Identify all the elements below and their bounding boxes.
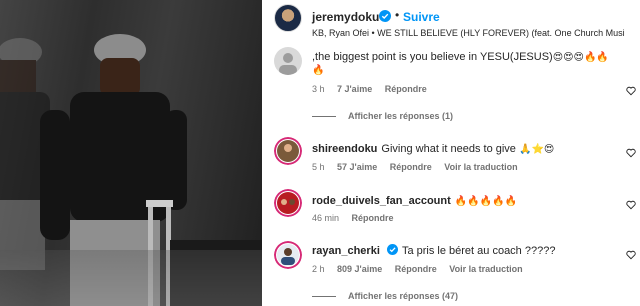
translate-button[interactable]: Voir la traduction [444,162,517,172]
comment-avatar[interactable] [274,47,302,75]
comment-item: rode_duivels_fan_account 🔥🔥🔥🔥🔥 46 min Rép… [262,186,640,232]
comment-avatar[interactable] [274,137,302,165]
fire-emoji: 🔥 [312,65,325,76]
comment-time: 2 h [312,264,325,274]
view-replies-button[interactable]: Afficher les réponses (1) [312,111,453,121]
post-image[interactable] [0,0,262,306]
comment-text: ,the biggest point is you believe in YES… [312,51,609,63]
comment-meta: 5 h 57 J'aime Répondre Voir la traductio… [312,162,528,172]
emoji-group: 🙏⭐😍 [519,144,555,155]
view-replies-button[interactable]: Afficher les réponses (47) [312,291,458,301]
comment-time: 5 h [312,162,325,172]
comment-avatar[interactable] [274,241,302,269]
comment-item: shireendoku Giving what it needs to give … [262,134,640,180]
comment-time: 46 min [312,213,340,223]
replies-divider [312,116,336,118]
likes-count[interactable]: 7 J'aime [337,84,372,94]
verified-badge-icon [386,244,398,255]
follow-button[interactable]: Suivre [403,10,440,24]
reply-button[interactable]: Répondre [395,264,437,274]
comment-text: shireendoku Giving what it needs to give … [312,143,555,155]
post-header: jeremydoku • Suivre KB, Ryan Ofei • WE S… [262,0,640,44]
comment-username[interactable]: rayan_cherki [312,245,380,257]
comment-text: rode_duivels_fan_account 🔥🔥🔥🔥🔥 [312,194,517,209]
emoji-group: 😍😍😍🔥🔥 [552,52,609,63]
reply-button[interactable]: Répondre [352,213,394,223]
comment-meta: 46 min Répondre [312,213,404,223]
heart-icon[interactable] [626,250,636,260]
emoji-group: 🔥🔥🔥🔥🔥 [454,196,518,207]
verified-badge-icon [379,10,391,22]
comment-meta: 2 h 809 J'aime Répondre Voir la traducti… [312,264,533,274]
header-separator: • [395,8,400,22]
heart-icon[interactable] [626,148,636,158]
reply-button[interactable]: Répondre [390,162,432,172]
comment-avatar[interactable] [274,189,302,217]
author-avatar[interactable] [274,4,302,32]
replies-divider [312,296,336,298]
comment-time: 3 h [312,84,325,94]
likes-count[interactable]: 809 J'aime [337,264,382,274]
reply-button[interactable]: Répondre [385,84,427,94]
comment-text-cont: 🔥 [312,63,324,78]
comments-panel: jeremydoku • Suivre KB, Ryan Ofei • WE S… [262,0,640,306]
author-username[interactable]: jeremydoku [312,10,379,24]
comment-item: rayan_cherki Ta pris le béret au coach ?… [262,238,640,306]
photo-ground [0,250,262,306]
likes-count[interactable]: 57 J'aime [337,162,377,172]
heart-icon[interactable] [626,200,636,210]
comment-username[interactable]: rode_duivels_fan_account [312,195,451,207]
comment-meta: 3 h 7 J'aime Répondre [312,84,437,94]
heart-icon[interactable] [626,86,636,96]
translate-button[interactable]: Voir la traduction [449,264,522,274]
music-info[interactable]: KB, Ryan Ofei • WE STILL BELIEVE (HLY FO… [312,28,638,38]
comment-text: rayan_cherki Ta pris le béret au coach ?… [312,244,556,257]
comment-item: ,the biggest point is you believe in YES… [262,44,640,124]
comment-username[interactable]: shireendoku [312,143,377,155]
